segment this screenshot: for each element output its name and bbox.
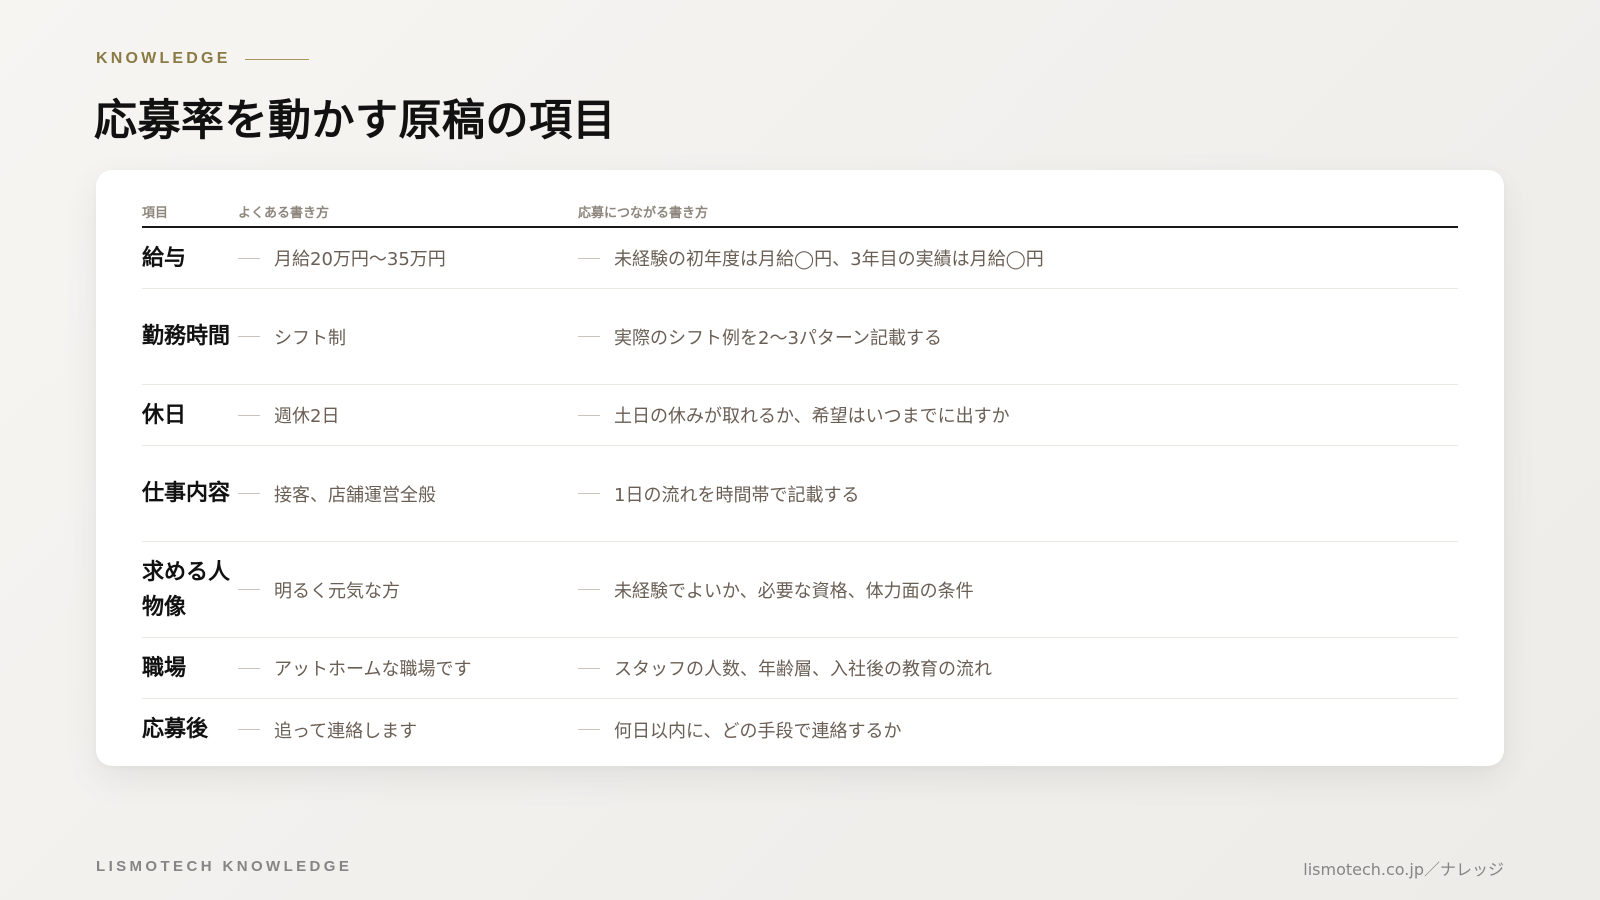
better-cell: スタッフの人数、年齢層、入社後の教育の流れ	[578, 655, 1458, 681]
dash-icon	[578, 589, 600, 590]
common-cell: 追って連絡します	[238, 717, 578, 743]
dash-icon	[578, 667, 600, 669]
dash-icon	[578, 257, 600, 259]
page-title: 応募率を動かす原稿の項目	[94, 96, 616, 146]
table-row: 求める人物像 明るく元気な方 未経験でよいか、必要な資格、体力面の条件	[142, 542, 1458, 638]
better-text: 未経験でよいか、必要な資格、体力面の条件	[614, 580, 974, 602]
dash-icon	[578, 414, 600, 416]
table-row: 給与 月給20万円〜35万円 未経験の初年度は月給◯円、3年目の実績は月給◯円	[142, 228, 1458, 289]
row-item-label: 休日	[142, 402, 187, 428]
table-row: 仕事内容 接客、店舗運営全般 1日の流れを時間帯で記載する	[142, 446, 1458, 542]
table-header: 項目 よくある書き方 応募につながる書き方	[142, 196, 1458, 228]
table-row: 応募後 追って連絡します 何日以内に、どの手段で連絡するか	[142, 699, 1458, 760]
dash-icon	[238, 589, 260, 590]
eyebrow-label: KNOWLEDGE	[96, 50, 231, 67]
row-item-label: 応募後	[142, 717, 209, 742]
common-text: シフト制	[274, 327, 346, 349]
better-cell: 未経験でよいか、必要な資格、体力面の条件	[578, 577, 1458, 603]
common-cell: シフト制	[238, 324, 578, 350]
better-text: 土日の休みが取れるか、希望はいつまでに出すか	[614, 406, 1010, 427]
row-item-label: 職場	[142, 655, 187, 681]
dash-icon	[238, 729, 260, 730]
row-item-label: 給与	[142, 245, 187, 271]
better-text: スタッフの人数、年齢層、入社後の教育の流れ	[614, 659, 992, 680]
eyebrow-rule	[244, 58, 309, 60]
dash-icon	[238, 257, 260, 259]
common-text: 明るく元気な方	[274, 580, 400, 602]
column-header-common: よくある書き方	[238, 205, 330, 221]
footer-url: lismotech.co.jp／ナレッジ	[1303, 860, 1504, 879]
better-text: 何日以内に、どの手段で連絡するか	[614, 720, 902, 742]
column-header-better: 応募につながる書き方	[578, 205, 709, 221]
table-row: 職場 アットホームな職場です スタッフの人数、年齢層、入社後の教育の流れ	[142, 638, 1458, 699]
row-item-label: 勤務時間	[142, 324, 231, 349]
common-cell: 明るく元気な方	[238, 577, 578, 603]
footer-brand: LISMOTECH KNOWLEDGE	[96, 858, 353, 875]
dash-icon	[578, 729, 600, 730]
better-text: 1日の流れを時間帯で記載する	[614, 484, 860, 506]
better-text: 実際のシフト例を2〜3パターン記載する	[614, 327, 943, 349]
dash-icon	[578, 336, 600, 337]
common-cell: 月給20万円〜35万円	[238, 245, 578, 271]
better-cell: 1日の流れを時間帯で記載する	[578, 481, 1458, 507]
dash-icon	[578, 493, 600, 494]
common-text: アットホームな職場です	[274, 659, 472, 680]
row-item-label: 求める人物像	[142, 559, 231, 620]
common-text: 接客、店舗運営全般	[274, 484, 436, 506]
eyebrow: KNOWLEDGE	[96, 50, 309, 68]
common-cell: 週休2日	[238, 402, 578, 428]
row-item-label: 仕事内容	[142, 481, 231, 506]
comparison-card: 項目 よくある書き方 応募につながる書き方 給与 月給20万円〜35万円 未経験…	[96, 170, 1504, 766]
common-cell: アットホームな職場です	[238, 655, 578, 681]
better-cell: 何日以内に、どの手段で連絡するか	[578, 717, 1458, 743]
dash-icon	[238, 414, 260, 416]
common-text: 週休2日	[274, 406, 340, 427]
better-cell: 実際のシフト例を2〜3パターン記載する	[578, 324, 1458, 350]
table-row: 勤務時間 シフト制 実際のシフト例を2〜3パターン記載する	[142, 289, 1458, 385]
table-row: 休日 週休2日 土日の休みが取れるか、希望はいつまでに出すか	[142, 385, 1458, 446]
common-cell: 接客、店舗運営全般	[238, 481, 578, 507]
better-cell: 未経験の初年度は月給◯円、3年目の実績は月給◯円	[578, 245, 1458, 271]
common-text: 月給20万円〜35万円	[274, 249, 446, 270]
column-header-item: 項目	[142, 205, 169, 221]
dash-icon	[238, 493, 260, 494]
better-text: 未経験の初年度は月給◯円、3年目の実績は月給◯円	[614, 249, 1044, 270]
common-text: 追って連絡します	[274, 720, 418, 742]
better-cell: 土日の休みが取れるか、希望はいつまでに出すか	[578, 402, 1458, 428]
dash-icon	[238, 336, 260, 337]
dash-icon	[238, 667, 260, 669]
